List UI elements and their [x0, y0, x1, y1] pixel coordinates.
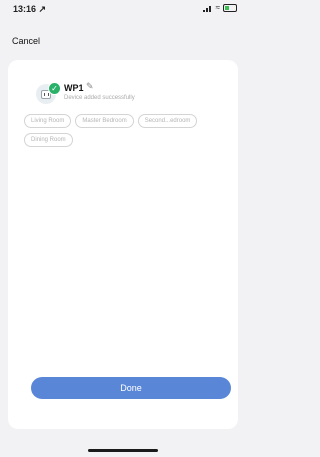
status-time: 13:16 ↗	[13, 4, 47, 14]
device-added-sheet: ✓ WP1 ✎ Device added successfully Living…	[8, 60, 238, 429]
home-indicator	[88, 449, 158, 452]
cancel-button[interactable]: Cancel	[12, 36, 40, 46]
check-badge-icon: ✓	[48, 82, 61, 95]
device-status: Device added successfully	[64, 95, 135, 101]
smart-plug-icon: ✓	[36, 82, 61, 104]
room-chip-living-room[interactable]: Living Room	[24, 114, 72, 128]
edit-name-icon[interactable]: ✎	[86, 81, 94, 92]
room-chip-dining-room[interactable]: Dining Room	[24, 133, 73, 147]
signal-icon	[202, 5, 213, 12]
device-name: WP1	[64, 83, 84, 93]
status-icons: ≈	[202, 3, 237, 12]
done-button[interactable]: Done	[31, 377, 231, 399]
status-bar: 13:16 ↗ ≈	[0, 0, 245, 16]
device-row: ✓ WP1 ✎ Device added successfully	[36, 81, 226, 106]
room-chip-master-bedroom[interactable]: Master Bedroom	[75, 114, 134, 128]
room-chip-second-bedroom[interactable]: Second...edroom	[137, 114, 198, 128]
battery-icon	[223, 4, 237, 12]
wifi-icon: ≈	[215, 3, 220, 12]
room-chips: Living Room Master Bedroom Second...edro…	[24, 114, 236, 147]
